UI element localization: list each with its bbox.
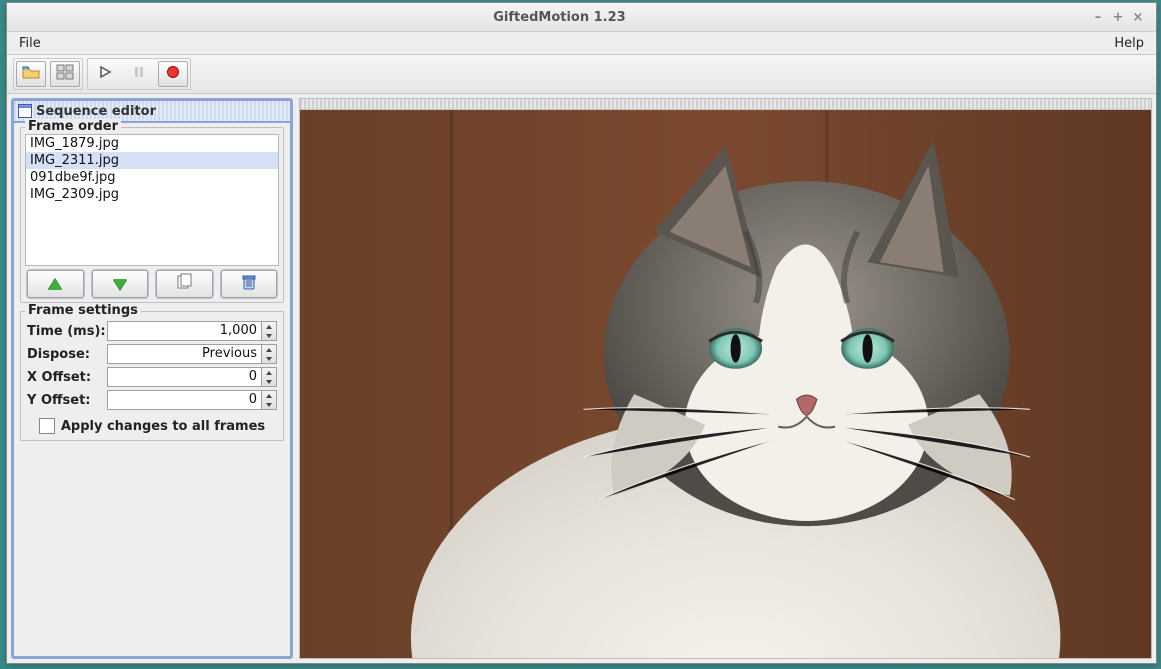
arrow-down-icon: [113, 279, 127, 290]
duplicate-button[interactable]: [156, 270, 213, 298]
record-icon: [166, 65, 180, 83]
delete-icon: [240, 273, 258, 295]
play-icon: [98, 65, 112, 83]
folder-open-icon: [22, 64, 40, 84]
y-offset-spinner[interactable]: 0: [107, 390, 277, 410]
frame-row[interactable]: IMG_2309.jpg: [26, 186, 278, 203]
time-down[interactable]: [262, 331, 276, 340]
frame-order-label: Frame order: [25, 119, 121, 134]
thumbnails-button[interactable]: [50, 61, 80, 87]
frame-settings-label: Frame settings: [25, 303, 141, 318]
window-titlebar: GiftedMotion 1.23 – + ×: [7, 3, 1156, 32]
x-offset-label: X Offset:: [27, 370, 107, 385]
move-down-button[interactable]: [92, 270, 149, 298]
dispose-spinner[interactable]: Previous: [107, 344, 277, 364]
preview-titlebar: [300, 99, 1151, 110]
frame-row[interactable]: 091dbe9f.jpg: [26, 169, 278, 186]
pause-button[interactable]: [124, 61, 154, 87]
x-offset-value: 0: [108, 368, 261, 386]
time-up[interactable]: [262, 322, 276, 331]
delete-button[interactable]: [221, 270, 278, 298]
x-up[interactable]: [262, 368, 276, 377]
y-offset-label: Y Offset:: [27, 393, 107, 408]
arrow-up-icon: [48, 279, 62, 290]
y-up[interactable]: [262, 391, 276, 400]
window-title: GiftedMotion 1.23: [31, 10, 1088, 25]
sequence-editor-panel: Sequence editor Frame order IMG_1879.jpg…: [11, 98, 293, 659]
menu-file[interactable]: File: [13, 34, 47, 53]
time-value: 1,000: [108, 322, 261, 340]
menu-help[interactable]: Help: [1108, 34, 1150, 53]
panel-icon: [18, 104, 32, 118]
app-window: GiftedMotion 1.23 – + × File Help: [6, 2, 1157, 664]
thumbnails-icon: [56, 64, 74, 84]
record-button[interactable]: [158, 61, 188, 87]
y-down[interactable]: [262, 400, 276, 409]
duplicate-icon: [175, 273, 193, 295]
frame-list[interactable]: IMG_1879.jpgIMG_2311.jpg091dbe9f.jpgIMG_…: [25, 134, 279, 266]
open-button[interactable]: [16, 61, 46, 87]
time-label: Time (ms):: [27, 324, 107, 339]
minimize-button[interactable]: –: [1088, 10, 1108, 25]
frame-row[interactable]: IMG_2311.jpg: [26, 152, 278, 169]
dispose-up[interactable]: [262, 345, 276, 354]
toolbar: [7, 55, 1156, 94]
x-offset-spinner[interactable]: 0: [107, 367, 277, 387]
dispose-label: Dispose:: [27, 347, 107, 362]
play-button[interactable]: [90, 61, 120, 87]
maximize-button[interactable]: +: [1108, 10, 1128, 25]
preview-area: [300, 110, 1151, 658]
pause-icon: [132, 65, 146, 83]
preview-panel: [299, 98, 1152, 659]
content-area: Sequence editor Frame order IMG_1879.jpg…: [7, 94, 1156, 663]
time-spinner[interactable]: 1,000: [107, 321, 277, 341]
move-up-button[interactable]: [27, 270, 84, 298]
apply-all-checkbox[interactable]: [39, 418, 55, 434]
preview-image: [300, 110, 1151, 658]
frame-row[interactable]: IMG_1879.jpg: [26, 135, 278, 152]
frame-settings-group: Frame settings Time (ms): 1,000 Dispose:…: [20, 311, 284, 441]
menubar: File Help: [7, 32, 1156, 55]
apply-all-label: Apply changes to all frames: [61, 419, 265, 434]
dispose-value: Previous: [108, 345, 261, 363]
x-down[interactable]: [262, 377, 276, 386]
close-button[interactable]: ×: [1128, 10, 1148, 25]
sequence-editor-title-text: Sequence editor: [36, 104, 156, 119]
y-offset-value: 0: [108, 391, 261, 409]
frame-order-group: Frame order IMG_1879.jpgIMG_2311.jpg091d…: [20, 127, 284, 303]
dispose-down[interactable]: [262, 354, 276, 363]
